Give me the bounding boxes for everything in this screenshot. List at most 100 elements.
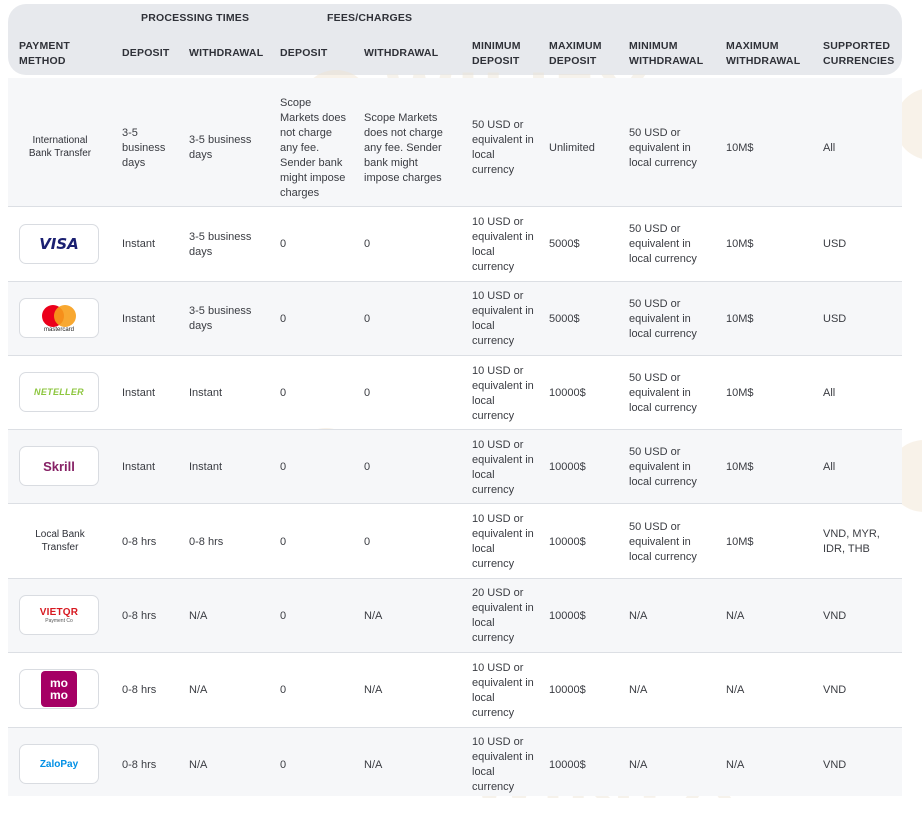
- withdrawal-time: 0-8 hrs: [189, 536, 224, 548]
- withdrawal-time: 3-5 business days: [189, 134, 252, 161]
- deposit-time: Instant: [122, 238, 156, 250]
- deposit-time: Instant: [122, 313, 156, 325]
- group-header-processing-times: PROCESSING TIMES: [141, 12, 250, 24]
- supported-currencies: VND: [823, 610, 847, 622]
- max-withdrawal: N/A: [726, 759, 745, 771]
- col-header-withdrawal-time: WITHDRAWAL: [189, 47, 264, 59]
- withdrawal-fee: 0: [364, 313, 371, 325]
- col-header-payment-method: PAYMENT METHOD: [19, 40, 70, 67]
- max-deposit: Unlimited: [549, 142, 595, 154]
- max-withdrawal: 10M$: [726, 387, 754, 399]
- min-withdrawal: 50 USD or equivalent in local currency: [629, 521, 697, 563]
- max-withdrawal: 10M$: [726, 536, 754, 548]
- max-withdrawal: 10M$: [726, 238, 754, 250]
- deposit-fee: 0: [280, 313, 287, 325]
- col-header-min-withdrawal: MINIMUM WITHDRAWAL: [629, 40, 704, 67]
- withdrawal-time: 3-5 business days: [189, 231, 252, 258]
- min-deposit: 50 USD or equivalent in local currency: [472, 119, 534, 176]
- col-header-min-deposit: MINIMUM DEPOSIT: [472, 40, 521, 67]
- max-deposit: 10000$: [549, 684, 586, 696]
- deposit-time: Instant: [122, 387, 156, 399]
- neteller-logo: NETELLER: [19, 372, 99, 412]
- withdrawal-fee: 0: [364, 387, 371, 399]
- supported-currencies: All: [823, 461, 836, 473]
- vietqr-logo: VIETQR Payment Co: [19, 595, 99, 635]
- min-deposit: 10 USD or equivalent in local currency: [472, 662, 534, 719]
- deposit-fee: 0: [280, 759, 287, 771]
- withdrawal-fee: 0: [364, 238, 371, 250]
- min-withdrawal: 50 USD or equivalent in local currency: [629, 446, 697, 488]
- max-withdrawal: 10M$: [726, 461, 754, 473]
- supported-currencies: All: [823, 142, 836, 154]
- withdrawal-fee: N/A: [364, 759, 383, 771]
- max-withdrawal: 10M$: [726, 142, 754, 154]
- min-deposit: 10 USD or equivalent in local currency: [472, 513, 534, 570]
- withdrawal-time: Instant: [189, 461, 223, 473]
- skrill-logo: Skrill: [19, 446, 99, 486]
- deposit-time: 3-5 business days: [122, 127, 166, 169]
- momo-logo: mo mo: [19, 669, 99, 709]
- max-withdrawal: 10M$: [726, 313, 754, 325]
- min-deposit: 10 USD or equivalent in local currency: [472, 290, 534, 347]
- col-header-supported-currencies: SUPPORTED CURRENCIES: [823, 40, 895, 67]
- deposit-time: 0-8 hrs: [122, 759, 157, 771]
- max-deposit: 10000$: [549, 610, 586, 622]
- supported-currencies: USD: [823, 313, 847, 325]
- group-header-fees-charges: FEES/CHARGES: [327, 12, 413, 24]
- min-deposit: 20 USD or equivalent in local currency: [472, 587, 534, 644]
- supported-currencies: VND, MYR, IDR, THB: [823, 528, 880, 555]
- max-deposit: 10000$: [549, 461, 586, 473]
- deposit-time: 0-8 hrs: [122, 610, 157, 622]
- mastercard-circles-icon: [42, 304, 76, 327]
- withdrawal-fee: 0: [364, 461, 371, 473]
- withdrawal-time: N/A: [189, 610, 208, 622]
- withdrawal-time: Instant: [189, 387, 223, 399]
- withdrawal-fee: N/A: [364, 684, 383, 696]
- withdrawal-time: N/A: [189, 684, 208, 696]
- min-withdrawal: 50 USD or equivalent in local currency: [629, 372, 697, 414]
- deposit-fee: 0: [280, 238, 287, 250]
- max-deposit: 10000$: [549, 536, 586, 548]
- withdrawal-fee: N/A: [364, 610, 383, 622]
- min-deposit: 10 USD or equivalent in local currency: [472, 736, 534, 793]
- min-withdrawal: 50 USD or equivalent in local currency: [629, 223, 697, 265]
- deposit-time: Instant: [122, 461, 156, 473]
- deposit-fee: 0: [280, 684, 287, 696]
- max-deposit: 5000$: [549, 238, 580, 250]
- withdrawal-fee: 0: [364, 536, 371, 548]
- max-deposit: 10000$: [549, 759, 586, 771]
- min-deposit: 10 USD or equivalent in local currency: [472, 365, 534, 422]
- deposit-time: 0-8 hrs: [122, 536, 157, 548]
- supported-currencies: All: [823, 387, 836, 399]
- col-header-withdrawal-fee: WITHDRAWAL: [364, 47, 439, 59]
- deposit-fee: 0: [280, 387, 287, 399]
- mastercard-logo: mastercard: [19, 298, 99, 338]
- col-header-max-deposit: MAXIMUM DEPOSIT: [549, 40, 602, 67]
- zalopay-logo: ZaloPay: [19, 744, 99, 784]
- col-header-max-withdrawal: MAXIMUM WITHDRAWAL: [726, 40, 801, 67]
- min-withdrawal: 50 USD or equivalent in local currency: [629, 127, 697, 169]
- supported-currencies: VND: [823, 684, 847, 696]
- deposit-fee: 0: [280, 610, 287, 622]
- max-deposit: 5000$: [549, 313, 580, 325]
- max-deposit: 10000$: [549, 387, 586, 399]
- visa-logo: VISA: [19, 224, 99, 264]
- max-withdrawal: N/A: [726, 684, 745, 696]
- min-withdrawal: 50 USD or equivalent in local currency: [629, 298, 697, 340]
- deposit-fee: Scope Markets does not charge any fee. S…: [280, 97, 347, 199]
- supported-currencies: USD: [823, 238, 847, 250]
- withdrawal-fee: Scope Markets does not charge any fee. S…: [364, 112, 443, 184]
- deposit-fee: 0: [280, 536, 287, 548]
- min-withdrawal: N/A: [629, 610, 648, 622]
- deposit-fee: 0: [280, 461, 287, 473]
- min-withdrawal: N/A: [629, 684, 648, 696]
- col-header-deposit-fee: DEPOSIT: [280, 47, 328, 59]
- deposit-time: 0-8 hrs: [122, 684, 157, 696]
- max-withdrawal: N/A: [726, 610, 745, 622]
- min-withdrawal: N/A: [629, 759, 648, 771]
- min-deposit: 10 USD or equivalent in local currency: [472, 216, 534, 273]
- supported-currencies: VND: [823, 759, 847, 771]
- payment-method-label: International Bank Transfer: [28, 135, 92, 159]
- payment-method-label: Local Bank Transfer: [35, 529, 85, 553]
- withdrawal-time: 3-5 business days: [189, 305, 252, 332]
